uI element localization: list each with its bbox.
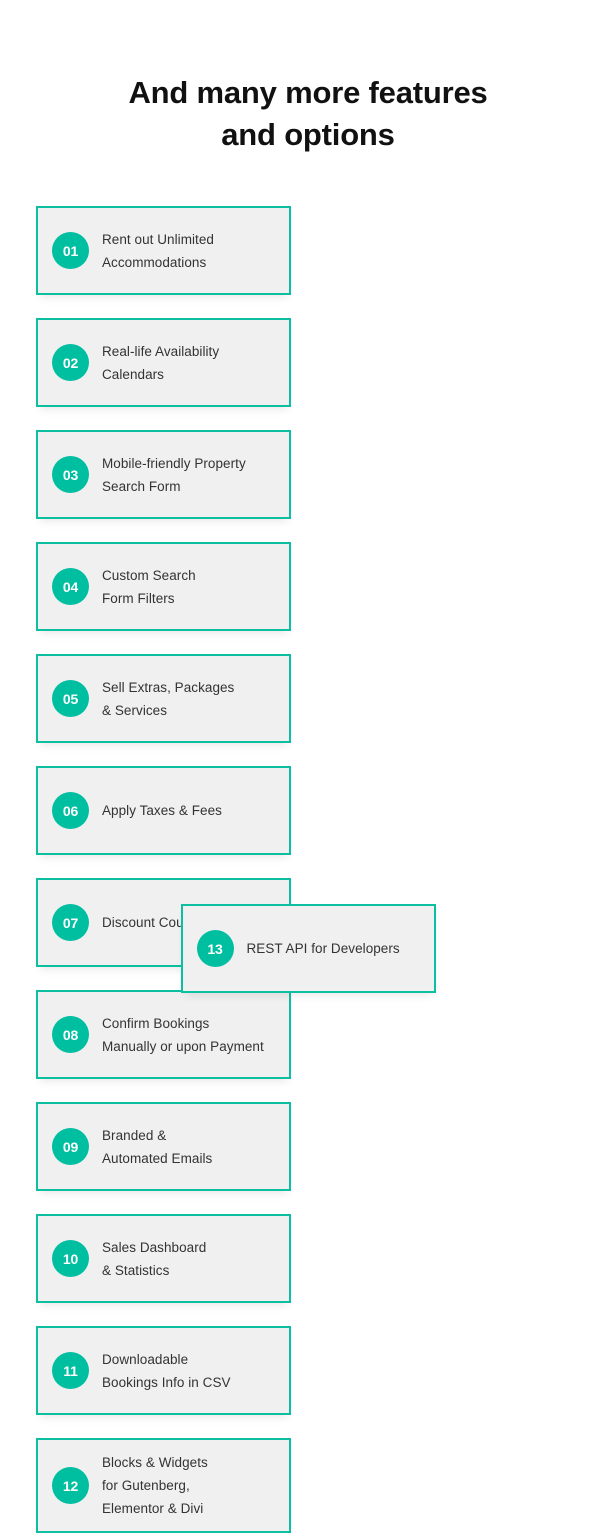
feature-number-badge: 09 xyxy=(52,1128,89,1165)
feature-label-line: Elementor & Divi xyxy=(102,1501,204,1516)
page-title: And many more features and options xyxy=(0,72,616,156)
feature-label-line: Branded & xyxy=(102,1127,167,1143)
feature-card[interactable]: 01 Rent out Unlimited Accommodations xyxy=(36,206,291,295)
feature-card[interactable]: 06 Apply Taxes & Fees xyxy=(36,766,291,855)
feature-card[interactable]: 12 Blocks & Widgets for Gutenberg, Elemento… xyxy=(36,1438,291,1533)
feature-label-line: Real-life Availability xyxy=(102,343,220,359)
feature-label-line: & Services xyxy=(102,702,168,718)
feature-label-line: Accommodations xyxy=(102,254,207,270)
feature-label-line: Blocks & Widgets xyxy=(102,1455,208,1470)
feature-card[interactable]: 08 Confirm Bookings Manually or upon Payme… xyxy=(36,990,291,1079)
feature-number-badge: 01 xyxy=(52,232,89,269)
feature-card[interactable]: 09 Branded & Automated Emails xyxy=(36,1102,291,1191)
feature-number-badge: 05 xyxy=(52,680,89,717)
features-page: And many more features and options 01 Ren… xyxy=(0,0,616,1533)
feature-label-line: Sell Extras, Packages xyxy=(102,679,235,695)
feature-label-line: Custom Search xyxy=(102,567,196,583)
final-feature-row: 13 REST API for Developers xyxy=(0,904,616,993)
feature-label: Custom Search Form Filters xyxy=(102,564,196,610)
feature-label: Apply Taxes & Fees xyxy=(102,799,222,822)
feature-card[interactable]: 03 Mobile-friendly Property Search Form xyxy=(36,430,291,519)
feature-label-line: Downloadable xyxy=(102,1351,189,1367)
feature-label-line: Rent out Unlimited xyxy=(102,231,214,247)
feature-label: REST API for Developers xyxy=(247,937,400,960)
feature-card[interactable]: 02 Real-life Availability Calendars xyxy=(36,318,291,407)
feature-label-line: for Gutenberg, xyxy=(102,1478,190,1493)
feature-number-badge: 06 xyxy=(52,792,89,829)
feature-label: Downloadable Bookings Info in CSV xyxy=(102,1348,231,1394)
feature-label-line: Sales Dashboard xyxy=(102,1239,207,1255)
feature-label-line: Search Form xyxy=(102,478,181,494)
page-title-line-2: and options xyxy=(221,117,395,152)
feature-label: Branded & Automated Emails xyxy=(102,1124,212,1170)
feature-number-badge: 08 xyxy=(52,1016,89,1053)
feature-number-badge: 13 xyxy=(196,930,234,967)
feature-label-line: & Statistics xyxy=(102,1262,170,1278)
feature-number-badge: 02 xyxy=(52,344,89,381)
feature-card[interactable]: 04 Custom Search Form Filters xyxy=(36,542,291,631)
feature-label: Sales Dashboard & Statistics xyxy=(102,1236,206,1282)
feature-label-line: Manually or upon Payment xyxy=(102,1038,264,1054)
feature-label-line: Confirm Bookings xyxy=(102,1015,210,1031)
feature-label: Rent out Unlimited Accommodations xyxy=(102,228,214,274)
feature-label-line: Mobile-friendly Property xyxy=(102,455,246,471)
feature-card[interactable]: 11 Downloadable Bookings Info in CSV xyxy=(36,1326,291,1415)
feature-card[interactable]: 13 REST API for Developers xyxy=(180,904,436,993)
feature-label-line: Form Filters xyxy=(102,590,175,606)
feature-label: Confirm Bookings Manually or upon Payment xyxy=(102,1012,264,1058)
feature-label: Real-life Availability Calendars xyxy=(102,340,219,386)
feature-card[interactable]: 10 Sales Dashboard & Statistics xyxy=(36,1214,291,1303)
feature-label: Blocks & Widgets for Gutenberg, Elementor … xyxy=(102,1451,208,1520)
feature-label-line: Automated Emails xyxy=(102,1150,213,1166)
page-title-line-1: And many more features xyxy=(128,75,488,110)
feature-label-line: REST API for Developers xyxy=(246,941,400,956)
feature-label: Sell Extras, Packages & Services xyxy=(102,676,234,722)
feature-number-badge: 03 xyxy=(52,456,89,493)
feature-number-badge: 11 xyxy=(52,1352,89,1389)
features-grid: 01 Rent out Unlimited Accommodations 02 Real… xyxy=(36,206,580,1533)
feature-label-line: Apply Taxes & Fees xyxy=(102,803,222,818)
feature-number-badge: 12 xyxy=(52,1467,89,1504)
feature-card[interactable]: 05 Sell Extras, Packages & Services xyxy=(36,654,291,743)
feature-label-line: Calendars xyxy=(102,366,164,382)
feature-number-badge: 04 xyxy=(52,568,89,605)
feature-number-badge: 10 xyxy=(52,1240,89,1277)
feature-label-line: Bookings Info in CSV xyxy=(102,1374,231,1390)
feature-label: Mobile-friendly Property Search Form xyxy=(102,452,246,498)
